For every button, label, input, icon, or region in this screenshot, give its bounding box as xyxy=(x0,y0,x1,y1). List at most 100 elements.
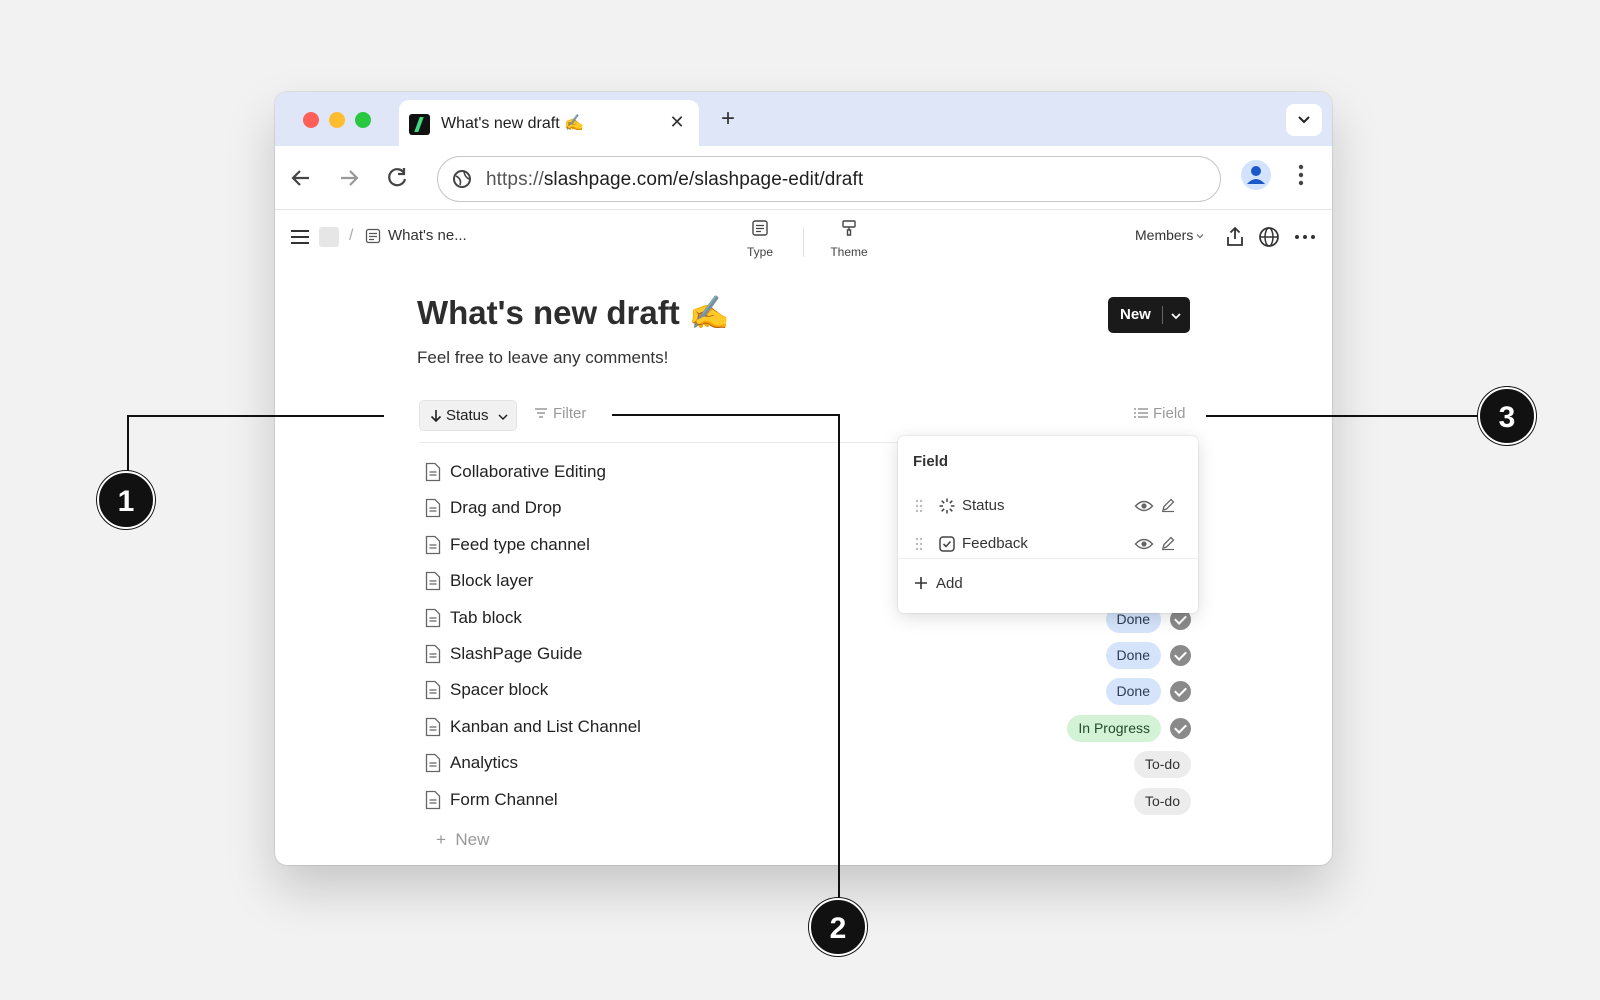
item-title: Analytics xyxy=(450,753,519,772)
page-title: What's new draft ✍️ xyxy=(417,294,730,331)
field-button[interactable]: Field xyxy=(1133,405,1186,422)
profile-avatar[interactable] xyxy=(1241,160,1271,190)
field-row-status[interactable]: Status xyxy=(898,488,1198,524)
document-icon xyxy=(425,571,441,591)
callout-badge-2: 2 xyxy=(809,898,867,956)
breadcrumb-separator: / xyxy=(349,227,354,244)
feedback-checkbox[interactable] xyxy=(1170,645,1191,666)
back-arrow-icon[interactable] xyxy=(287,164,315,192)
more-options-icon[interactable] xyxy=(1293,225,1317,249)
theme-tool-label: Theme xyxy=(830,245,868,259)
popover-title: Field xyxy=(913,453,949,470)
add-new-item-button[interactable]: + New xyxy=(436,830,489,850)
add-new-label: New xyxy=(455,830,490,849)
document-icon xyxy=(425,644,441,664)
callout-line xyxy=(612,414,839,416)
share-icon[interactable] xyxy=(1223,225,1247,249)
minimize-window-button[interactable] xyxy=(329,112,345,128)
list-item[interactable]: Analytics To-do xyxy=(425,747,1191,779)
type-icon xyxy=(752,220,768,236)
list-page-icon xyxy=(365,228,381,244)
tab-close-icon[interactable]: ✕ xyxy=(665,110,689,134)
browser-window: What's new draft ✍️ ✕ + https://slashpag… xyxy=(275,92,1332,865)
slashpage-favicon xyxy=(409,114,430,135)
members-dropdown[interactable]: Members xyxy=(1135,227,1205,243)
status-badge[interactable]: Done xyxy=(1105,642,1161,669)
members-label: Members xyxy=(1135,227,1194,243)
add-field-label: Add xyxy=(936,575,963,592)
callout-badge-3: 3 xyxy=(1478,387,1536,445)
forward-arrow-icon[interactable] xyxy=(335,164,363,192)
filter-button[interactable]: Filter xyxy=(533,405,586,422)
globe-icon[interactable] xyxy=(1257,225,1281,249)
tab-title: What's new draft ✍️ xyxy=(441,115,585,132)
chevron-down-icon xyxy=(1298,116,1310,124)
edit-pencil-icon[interactable] xyxy=(1160,497,1176,513)
document-icon xyxy=(425,608,441,628)
callout-line xyxy=(838,414,840,900)
chevron-down-icon xyxy=(1196,234,1204,239)
arrow-down-icon xyxy=(430,410,442,423)
tab-strip: What's new draft ✍️ ✕ + xyxy=(275,92,1332,146)
toolbar-divider xyxy=(803,227,804,257)
field-label: Field xyxy=(1153,405,1186,422)
browser-tab[interactable]: What's new draft ✍️ ✕ xyxy=(399,100,699,146)
item-title: Drag and Drop xyxy=(450,498,562,517)
feedback-checkbox[interactable] xyxy=(1170,681,1191,702)
eye-icon[interactable] xyxy=(1134,536,1154,552)
document-icon xyxy=(425,535,441,555)
breadcrumb-page[interactable]: What's ne... xyxy=(388,227,467,244)
loader-icon xyxy=(939,498,955,514)
document-icon xyxy=(425,680,441,700)
drag-handle-icon[interactable] xyxy=(914,498,924,514)
tab-search-button[interactable] xyxy=(1286,104,1322,136)
edit-pencil-icon[interactable] xyxy=(1160,535,1176,551)
callout-line xyxy=(127,415,384,417)
callout-line xyxy=(127,415,129,475)
item-title: Feed type channel xyxy=(450,535,590,554)
sort-status-label: Status xyxy=(446,407,489,424)
feedback-checkbox[interactable] xyxy=(1170,718,1191,739)
reload-icon[interactable] xyxy=(383,164,411,192)
add-field-button[interactable]: Add xyxy=(914,575,963,592)
status-badge[interactable]: Done xyxy=(1105,678,1161,705)
url-text: https://slashpage.com/e/slashpage-edit/d… xyxy=(486,169,864,190)
status-badge[interactable]: To-do xyxy=(1133,751,1191,778)
sort-status-button[interactable]: Status xyxy=(419,400,517,431)
maximize-window-button[interactable] xyxy=(355,112,371,128)
menu-icon[interactable] xyxy=(289,226,311,248)
address-bar[interactable]: https://slashpage.com/e/slashpage-edit/d… xyxy=(437,156,1221,202)
checkbox-icon xyxy=(939,536,955,552)
list-item[interactable]: Form Channel To-do xyxy=(425,784,1191,816)
list-item[interactable]: Spacer block Done xyxy=(425,674,1191,706)
item-title: SlashPage Guide xyxy=(450,644,583,663)
new-tab-button[interactable]: + xyxy=(713,104,743,134)
status-badge[interactable]: To-do xyxy=(1133,788,1191,815)
new-button-label: New xyxy=(1120,306,1151,323)
paint-roller-icon xyxy=(842,220,856,236)
page-subtitle: Feel free to leave any comments! xyxy=(417,348,669,367)
item-title: Block layer xyxy=(450,571,534,590)
button-divider xyxy=(1162,306,1163,324)
document-icon xyxy=(425,753,441,773)
field-row-feedback[interactable]: Feedback xyxy=(898,526,1198,562)
drag-handle-icon[interactable] xyxy=(914,536,924,552)
document-icon xyxy=(425,790,441,810)
theme-tool-button[interactable]: Theme xyxy=(819,219,879,261)
filter-label: Filter xyxy=(553,405,587,422)
eye-icon[interactable] xyxy=(1134,498,1154,514)
browser-menu-icon[interactable] xyxy=(1289,162,1313,188)
type-tool-button[interactable]: Type xyxy=(730,219,790,261)
status-badge[interactable]: In Progress xyxy=(1067,715,1161,742)
person-icon xyxy=(1247,166,1265,184)
workspace-icon[interactable] xyxy=(319,227,339,247)
list-item[interactable]: SlashPage Guide Done xyxy=(425,638,1191,670)
document-icon xyxy=(425,717,441,737)
close-window-button[interactable] xyxy=(303,112,319,128)
chevron-down-icon[interactable] xyxy=(1168,308,1184,324)
site-info-icon[interactable] xyxy=(452,169,472,189)
list-item[interactable]: Kanban and List Channel In Progress xyxy=(425,711,1191,743)
new-item-button[interactable]: New xyxy=(1108,297,1190,333)
callout-line xyxy=(1206,415,1482,417)
plus-icon xyxy=(915,577,927,589)
